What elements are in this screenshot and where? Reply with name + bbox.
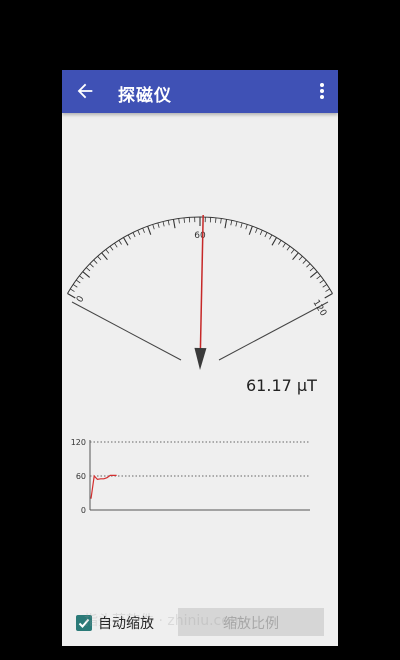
- app-bar: 探磁仪: [62, 70, 338, 113]
- gauge-right-boundary-line: [218, 301, 329, 361]
- gauge-tick: [286, 245, 291, 251]
- gauge-tick: [309, 267, 314, 272]
- gauge-tick: [137, 230, 141, 235]
- gauge-tick: [298, 256, 303, 261]
- gauge-tick: [282, 242, 286, 248]
- gauge-tick: [309, 271, 318, 278]
- gauge-tick: [152, 224, 155, 230]
- gauge-tick: [322, 284, 328, 288]
- gauge-tick: [93, 259, 98, 264]
- gauge-tick: [319, 279, 325, 284]
- gauge-tick: [89, 263, 94, 268]
- history-chart: 120 60 0: [71, 438, 310, 515]
- zoom-scale-button[interactable]: 缩放比例: [178, 608, 324, 636]
- gauge-tick: [292, 252, 299, 261]
- gauge-tick: [306, 263, 311, 268]
- gauge-tick: [70, 288, 75, 292]
- gauge-tick: [172, 219, 176, 229]
- gauge-tick: [75, 279, 81, 284]
- gauge-mid-label: 60: [194, 231, 206, 241]
- gauge-tick: [278, 240, 282, 245]
- gauge-tick: [324, 293, 333, 299]
- page-title: 探磁仪: [118, 86, 172, 106]
- gauge-left-boundary-line: [71, 301, 182, 361]
- gauge-tick: [316, 275, 321, 280]
- gauge-tick: [67, 293, 76, 299]
- more-vert-icon[interactable]: [314, 80, 330, 102]
- field-strength-readout: 61.17 µT: [246, 376, 317, 395]
- needle-pointer: [194, 347, 207, 370]
- gauge-tick: [178, 218, 180, 224]
- auto-zoom-checkbox[interactable]: 自动缩放: [76, 613, 154, 633]
- gauge-tick: [255, 227, 258, 233]
- gauge-tick: [86, 267, 91, 272]
- y-tick-60: 60: [76, 472, 86, 481]
- gauge-tick: [97, 256, 102, 261]
- bottom-controls: 自动缩放 缩放比例: [62, 602, 338, 646]
- checkmark-icon: [78, 618, 90, 628]
- gauge-tick: [271, 237, 277, 246]
- gauge-tick: [114, 242, 118, 248]
- auto-zoom-label: 自动缩放: [98, 616, 154, 632]
- gauge-tick: [132, 232, 136, 238]
- gauge-tick: [245, 224, 248, 230]
- gauge-tick: [230, 220, 233, 226]
- gauge-tick: [127, 234, 131, 240]
- gauge-tick: [264, 232, 268, 238]
- gauge-tick: [220, 218, 222, 224]
- gauge-tick: [259, 230, 263, 235]
- y-tick-120: 120: [71, 438, 86, 447]
- gauge-tick: [79, 275, 84, 280]
- gauge-tick: [142, 227, 145, 233]
- gauge-tick: [224, 219, 228, 229]
- gauge-tick: [325, 288, 330, 292]
- gauge-max-label: 120: [310, 298, 328, 318]
- checkbox-box[interactable]: [76, 615, 92, 631]
- gauge-tick: [240, 222, 243, 228]
- gauge-tick: [157, 222, 160, 228]
- gauge-dial-arc: [67, 216, 333, 294]
- gauge-tick: [290, 249, 295, 254]
- gauge-tick: [147, 226, 152, 235]
- y-tick-0: 0: [81, 506, 86, 515]
- gauge-tick: [72, 284, 78, 288]
- gauge-ticks: [67, 217, 333, 299]
- gauge-tick: [82, 271, 91, 278]
- gauge-tick: [269, 234, 273, 240]
- gauge-tick: [215, 217, 217, 223]
- gauge-tick: [235, 221, 238, 227]
- field-strength-series-line: [90, 474, 117, 499]
- gauge-tick: [123, 237, 129, 246]
- gauge-tick: [105, 249, 110, 254]
- gauge-tick: [248, 226, 253, 235]
- gauge-tick: [167, 220, 170, 226]
- gauge-tick: [302, 259, 307, 264]
- gauge-tick: [162, 221, 165, 227]
- gauge-tick: [183, 217, 185, 223]
- magnetometer-gauge: 0 60 120 120 60 0: [67, 215, 333, 515]
- app-window: 探磁仪 0 60 120 120 60 0 61.17 µT 自动缩放 缩放比例: [62, 70, 338, 646]
- gauge-tick: [109, 245, 114, 251]
- gauge-min-label: 0: [75, 294, 87, 304]
- gauge-tick: [101, 252, 108, 261]
- back-arrow-icon[interactable]: [74, 80, 96, 102]
- gauge-tick: [118, 240, 122, 245]
